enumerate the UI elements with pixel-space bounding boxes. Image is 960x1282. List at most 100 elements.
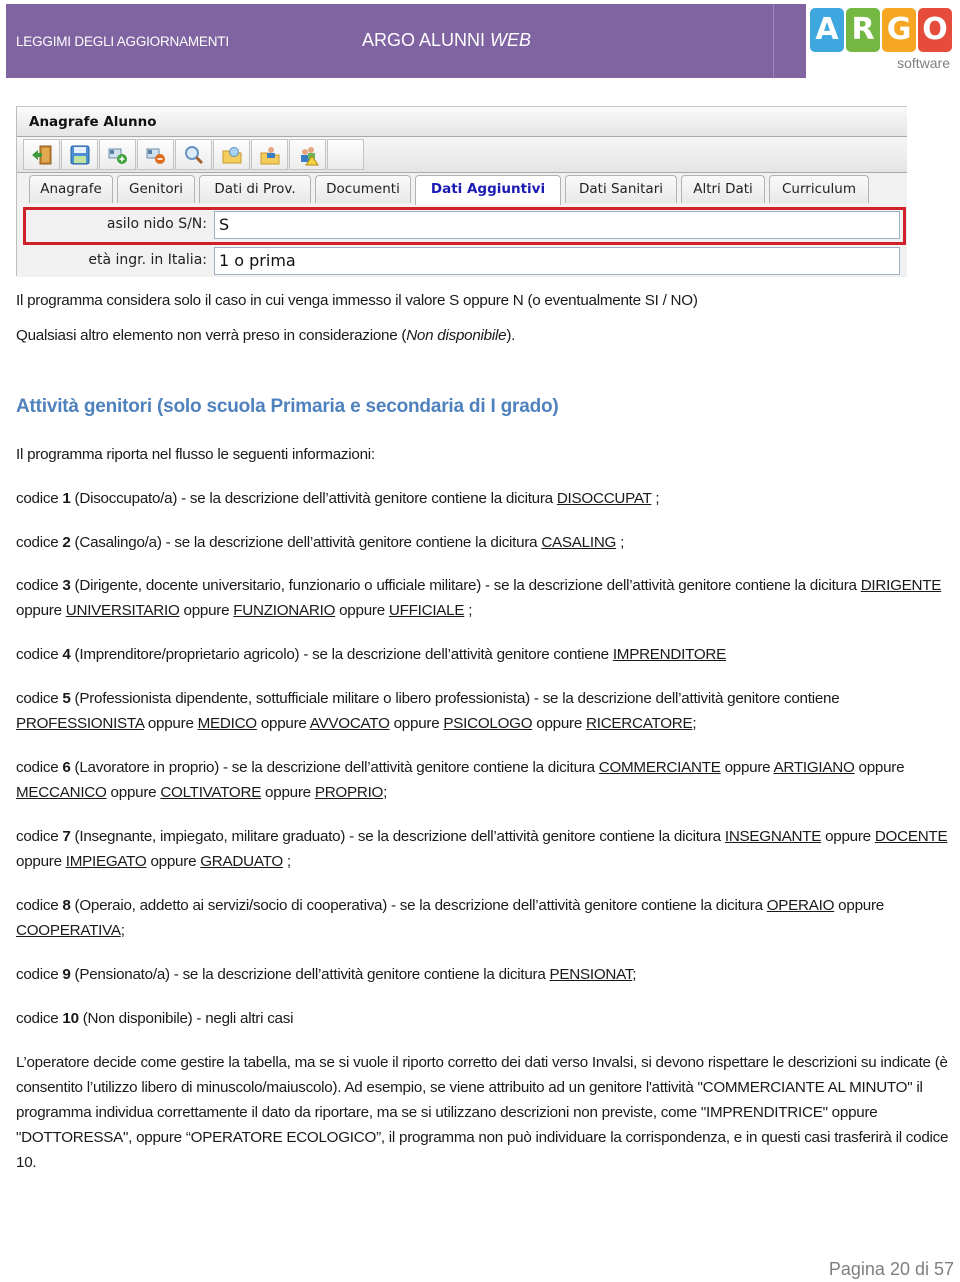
search-magnifier-icon <box>184 145 203 164</box>
code-prefix: codice <box>16 966 63 983</box>
code-number: 3 <box>62 577 71 594</box>
code-end: ; <box>632 966 637 983</box>
code-keyword: INSEGNANTE <box>724 828 822 845</box>
tab-documenti[interactable]: Documenti <box>315 175 411 203</box>
toolbar <box>17 137 907 173</box>
section-lead: Il programma riporta nel flusso le segue… <box>16 446 375 463</box>
add-record-button[interactable] <box>99 139 136 170</box>
code-prefix: codice <box>16 828 63 845</box>
intro-paragraph-2: Qualsiasi altro elemento non verrà preso… <box>16 323 951 348</box>
code-number: 9 <box>62 966 71 983</box>
code-item: codice 4 (Imprenditore/proprietario agri… <box>16 642 951 667</box>
intro-p2-end: ). <box>506 327 516 344</box>
code-keyword: PSICOLOGO <box>443 715 533 732</box>
code-item: codice 6 (Lavoratore in proprio) - se la… <box>16 755 951 805</box>
header-title-italic: WEB <box>490 30 532 50</box>
keyword-joiner: oppure <box>16 602 66 619</box>
keyword-joiner: oppure <box>179 602 234 619</box>
code-item: codice 7 (Insegnante, impiegato, militar… <box>16 824 951 874</box>
code-keyword: IMPIEGATO <box>65 853 147 870</box>
code-description: (Insegnante, impiegato, militare graduat… <box>70 828 725 845</box>
folder-user-button[interactable] <box>251 139 288 170</box>
remove-record-icon <box>146 148 165 164</box>
keyword-joiner: oppure <box>834 897 884 914</box>
code-item: codice 5 (Professionista dipendente, sot… <box>16 686 951 736</box>
tab-dati-aggiuntivi[interactable]: Dati Aggiuntivi <box>415 175 561 205</box>
code-item: codice 10 (Non disponibile) - negli altr… <box>16 1006 951 1031</box>
code-number: 4 <box>62 646 71 663</box>
code-number: 10 <box>62 1010 79 1027</box>
open-folder-button[interactable] <box>213 139 250 170</box>
code-description: (Pensionato/a) - se la descrizione dell’… <box>70 966 550 983</box>
code-keyword: COLTIVATORE <box>160 784 262 801</box>
keyword-joiner: oppure <box>720 759 774 776</box>
code-keyword: CASALING <box>541 534 617 551</box>
code-keyword: FUNZIONARIO <box>233 602 336 619</box>
code-keyword: IMPRENDITORE <box>612 646 726 663</box>
code-item: codice 9 (Pensionato/a) - se la descrizi… <box>16 962 951 987</box>
search-button[interactable] <box>175 139 212 170</box>
code-prefix: codice <box>16 690 63 707</box>
argo-logo: A R G O software <box>810 8 952 74</box>
code-keyword: UFFICIALE <box>388 602 465 619</box>
eta-ingresso-input[interactable]: 1 o prima <box>214 247 900 275</box>
save-button[interactable] <box>61 139 98 170</box>
add-record-icon <box>108 148 127 164</box>
code-number: 5 <box>62 690 71 707</box>
code-end: ; <box>651 490 660 507</box>
tab-dati-di-prov[interactable]: Dati di Prov. <box>199 175 311 203</box>
code-item: codice 2 (Casalingo/a) - se la descrizio… <box>16 530 951 555</box>
logo-subtitle: software <box>897 55 950 71</box>
code-keyword: PROFESSIONISTA <box>16 715 144 732</box>
save-floppy-icon <box>70 145 89 164</box>
tab-altri-dati[interactable]: Altri Dati <box>681 175 765 203</box>
code-prefix: codice <box>16 1010 63 1027</box>
code-keyword: GRADUATO <box>200 853 283 870</box>
header-title-main: ARGO ALUNNI <box>362 30 491 50</box>
header-left-label: LEGGIMI DEGLI AGGIORNAMENTI <box>16 34 229 49</box>
page-number: Pagina 20 di 57 <box>828 1259 954 1279</box>
code-keyword: PENSIONAT <box>549 966 633 983</box>
code-keyword: ARTIGIANO <box>773 759 855 776</box>
intro-p2-text: Qualsiasi altro elemento non verrà preso… <box>16 327 407 344</box>
keyword-joiner: oppure <box>335 602 389 619</box>
folder-user-icon <box>260 146 279 164</box>
tab-curriculum[interactable]: Curriculum <box>769 175 869 203</box>
code-number: 7 <box>62 828 71 845</box>
eta-ingresso-label: età ingr. in Italia: <box>88 252 207 268</box>
code-description: (Disoccupato/a) - se la descrizione dell… <box>70 490 557 507</box>
code-keyword: COMMERCIANTE <box>598 759 721 776</box>
toolbar-empty-slot <box>327 139 364 170</box>
tab-bar: Anagrafe Genitori Dati di Prov. Document… <box>17 173 907 205</box>
asilo-nido-input[interactable]: S <box>214 211 900 239</box>
code-prefix: codice <box>16 577 63 594</box>
keyword-joiner: oppure <box>389 715 444 732</box>
section-heading: Attività genitori (solo scuola Primaria … <box>16 396 559 417</box>
keyword-joiner: oppure <box>143 715 198 732</box>
remove-record-button[interactable] <box>137 139 174 170</box>
code-keyword: OPERAIO <box>766 897 835 914</box>
exit-button[interactable] <box>23 139 60 170</box>
code-description: (Lavoratore in proprio) - se la descrizi… <box>70 759 599 776</box>
users-warning-button[interactable] <box>289 139 326 170</box>
code-prefix: codice <box>16 646 63 663</box>
panel-title-bar: Anagrafe Alunno <box>17 107 907 137</box>
code-number: 8 <box>62 897 71 914</box>
keyword-joiner: oppure <box>256 715 310 732</box>
code-keyword: DOCENTE <box>874 828 948 845</box>
tab-dati-sanitari[interactable]: Dati Sanitari <box>565 175 677 203</box>
logo-tile-g: G <box>882 8 916 52</box>
code-prefix: codice <box>16 759 63 776</box>
code-item: codice 8 (Operaio, addetto ai servizi/so… <box>16 893 951 943</box>
code-end: ; <box>616 534 625 551</box>
code-number: 2 <box>62 534 71 551</box>
tab-anagrafe[interactable]: Anagrafe <box>29 175 113 203</box>
code-end: ; <box>120 922 125 939</box>
tab-genitori[interactable]: Genitori <box>117 175 195 203</box>
code-end: ; <box>282 853 291 870</box>
code-description: (Professionista dipendente, sottufficial… <box>70 690 840 707</box>
logo-tile-a: A <box>810 8 844 52</box>
code-end: ; <box>464 602 473 619</box>
dati-aggiuntivi-form: asilo nido S/N: S età ingr. in Italia: 1… <box>17 205 907 277</box>
keyword-joiner: oppure <box>106 784 161 801</box>
